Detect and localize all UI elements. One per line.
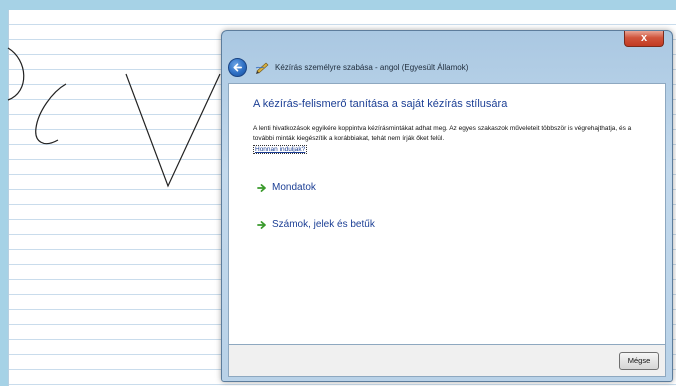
task-label: Számok, jelek és betűk (272, 219, 375, 230)
dialog-footer: Mégse (228, 345, 666, 377)
title-bar: Kézírás személyre szabása - angol (Egyes… (228, 55, 666, 79)
close-button[interactable]: x (624, 31, 664, 47)
task-sentences-link[interactable]: Mondatok (257, 182, 316, 193)
where-to-start-link[interactable]: Honnan induljak? (253, 145, 308, 154)
content-area: A kézírás-felismerő tanítása a saját kéz… (228, 83, 666, 345)
green-arrow-icon (257, 183, 266, 192)
back-arrow-icon (233, 62, 242, 72)
page-heading: A kézírás-felismerő tanítása a saját kéz… (253, 98, 508, 110)
handwriting-personalization-dialog: x Kézírás személyre szabása - angol (Egy… (221, 30, 673, 382)
task-numbers-symbols-letters-link[interactable]: Számok, jelek és betűk (257, 219, 375, 230)
cancel-button[interactable]: Mégse (619, 352, 659, 370)
pen-icon (255, 60, 271, 74)
description-text: A lenti hivatkozások egyikére koppintva … (253, 125, 632, 142)
back-button[interactable] (228, 57, 247, 77)
window-title: Kézírás személyre szabása - angol (Egyes… (275, 62, 469, 72)
green-arrow-icon (257, 220, 266, 229)
task-label: Mondatok (272, 182, 316, 193)
